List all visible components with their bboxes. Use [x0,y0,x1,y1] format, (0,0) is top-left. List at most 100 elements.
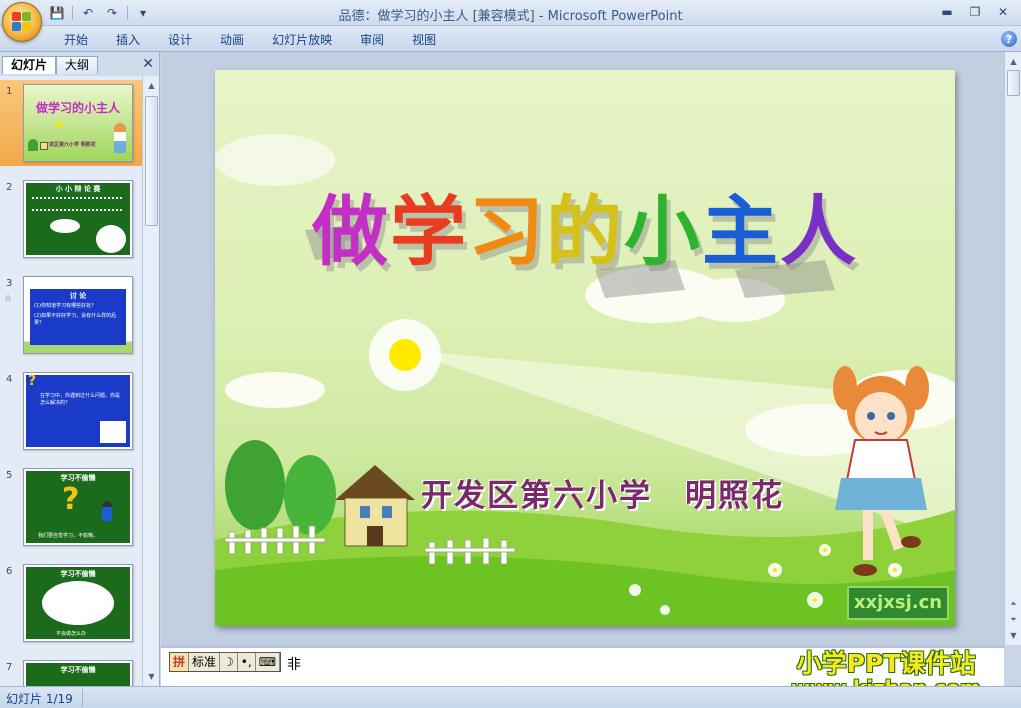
help-icon[interactable]: ? [1001,31,1017,47]
title-bar: 💾 ↶ ↷ ▾ 品德：做学习的小主人 [兼容模式] - Microsoft Po… [0,0,1021,26]
thumb-text: 在学习中，你遇到过什么问题，你是怎么解决的？ [40,393,121,406]
thumb-text: 我们要自觉学习，不偷懒。 [38,533,99,539]
slide-preview: 学习不偷懒 ? 我们要自觉学习，不偷懒。 [23,468,133,546]
ime-logo-icon[interactable]: 拼 [170,653,190,671]
title-char: 人 [780,187,858,276]
ime-keyboard-icon[interactable]: ⌨ [256,653,281,671]
scroll-up-icon[interactable]: ▲ [1006,54,1021,69]
minimize-button[interactable]: ▬ [935,3,959,21]
slide-number: 5 [6,470,13,481]
title-char: 的 [546,187,624,276]
slide-thumbnail-2[interactable]: 2 小 小 辩 论 赛 [0,176,142,262]
thumb-title: 小 小 辩 论 赛 [55,185,101,193]
restore-button[interactable]: ❐ [963,3,987,21]
thumb-subtitle: 开发区第六小学 明照花 [44,142,96,148]
watermark-logo: xxjxsj.cn [847,586,949,620]
animation-star-icon: ☆ [4,294,13,304]
slide-number: 7 [6,662,13,673]
question-mark-icon: ? [28,373,37,389]
illustration-icon [100,421,126,443]
tab-outline[interactable]: 大纲 [56,56,99,74]
close-icon[interactable]: ✕ [142,56,154,72]
tab-review[interactable]: 审阅 [346,31,398,49]
slide-edit-area: 做学习的小主人 开发区第六小学 明照花 xxjxsj.cn [161,52,1004,645]
title-char: 学 [390,187,468,276]
title-char: 习 [468,187,546,276]
ime-mode[interactable]: 标准 [189,653,221,671]
slide-thumbnail-4[interactable]: 4 ? 在学习中，你遇到过什么问题，你是怎么解决的？ [0,368,142,454]
thumb-title: 学习不偷懒 [60,666,96,674]
ime-toolbar[interactable]: 拼 标准 ☽ •, ⌨ [169,652,282,672]
slide-thumbnail-6[interactable]: 6 学习不偷懒 不会做怎么办 [0,560,142,646]
panel-tabs: 幻灯片 大纲 ✕ [0,54,160,74]
title-char: 小 [624,187,702,276]
slide-subtitle[interactable]: 开发区第六小学 明照花 [421,470,784,515]
tab-slides[interactable]: 幻灯片 [2,56,57,74]
slides-panel: 幻灯片 大纲 ✕ 1 做学习的小主人 开发区第六小学 明照花 2 小 小 辩 论… [0,52,160,686]
window-controls: ▬ ❐ ✕ [935,3,1015,21]
slide-thumbnail-3[interactable]: 3 ☆ 讨 论 (1)你知道学习有哪些好处？ (2)如果不好好学习，会有什么样的… [0,272,142,358]
ribbon: 开始 插入 设计 动画 幻灯片放映 审阅 视图 ? [0,26,1021,52]
office-logo-icon [12,12,32,32]
house-icon [40,142,48,150]
slide-counter: 幻灯片 1/19 [6,692,73,706]
tab-slideshow[interactable]: 幻灯片放映 [258,31,346,49]
thumb-text-lines [32,197,122,211]
speech-bubble-icon [50,219,80,233]
slide-number: 2 [6,182,13,193]
slide-number: 3 [6,278,13,289]
slide-preview: ? 在学习中，你遇到过什么问题，你是怎么解决的？ [23,372,133,450]
current-slide[interactable]: 做学习的小主人 开发区第六小学 明照花 xxjxsj.cn [215,70,955,626]
scroll-down-icon[interactable]: ▼ [1006,628,1021,643]
notes-text[interactable]: 非 [287,654,301,674]
scroll-up-icon[interactable]: ▲ [144,78,159,93]
slide-background-art [215,134,955,626]
illustration-icon [42,581,114,625]
slide-scrollbar[interactable]: ▲ ⏶ ⏷ ▼ [1004,52,1021,645]
thumb-text: 不会做怎么办 [56,631,87,637]
scrollbar-thumb[interactable] [145,96,158,226]
brand-name: 小学PPT课件站 [796,649,976,678]
title-char: 主 [702,187,780,276]
ribbon-tabs: 开始 插入 设计 动画 幻灯片放映 审阅 视图 [50,31,450,49]
slide-thumbnail-5[interactable]: 5 学习不偷懒 ? 我们要自觉学习，不偷懒。 [0,464,142,550]
slide-preview: 学习不偷懒 不会做怎么办 [23,564,133,642]
title-char: 做 [312,187,390,276]
slide-thumbnail-1[interactable]: 1 做学习的小主人 开发区第六小学 明照花 [0,80,142,166]
thumb-title: 讨 论 [69,292,87,300]
slide-preview: 小 小 辩 论 赛 [23,180,133,258]
scrollbar-thumb[interactable] [1007,70,1020,96]
notes-pane[interactable]: 拼 标准 ☽ •, ⌨ 非 小学PPT课件站 www.kjzhan.com [161,645,1004,700]
tab-animations[interactable]: 动画 [206,31,258,49]
next-slide-icon[interactable]: ⏷ [1006,612,1021,627]
slide-number: 1 [6,86,13,97]
slide-preview: 讨 论 (1)你知道学习有哪些好处？ (2)如果不好好学习，会有什么样的后果？ [23,276,133,354]
slide-preview: 学习不偷懒 [23,660,133,686]
girl-icon [114,123,126,153]
thumb-text: (2)如果不好好学习，会有什么样的后果？ [34,313,117,326]
scroll-down-icon[interactable]: ▼ [144,669,159,684]
thumbnail-list[interactable]: 1 做学习的小主人 开发区第六小学 明照花 2 小 小 辩 论 赛 3 ☆ 讨 … [0,76,142,686]
slide-thumbnail-7[interactable]: 7 学习不偷懒 [0,656,142,686]
tab-home[interactable]: 开始 [50,31,102,49]
office-button[interactable] [2,2,42,42]
slide-number: 6 [6,566,13,577]
child-icon [102,501,112,521]
thumb-title: 做学习的小主人 [35,101,120,115]
slide-preview: 做学习的小主人 开发区第六小学 明照花 [23,84,133,162]
close-button[interactable]: ✕ [991,3,1015,21]
slide-number: 4 [6,374,13,385]
tree-icon [28,139,38,151]
ime-punctuation-icon[interactable]: •, [238,653,256,671]
previous-slide-icon[interactable]: ⏶ [1006,596,1021,611]
thumbnail-scrollbar[interactable]: ▲ ▼ [142,76,159,686]
tab-design[interactable]: 设计 [154,31,206,49]
tab-insert[interactable]: 插入 [102,31,154,49]
illustration-icon [96,225,126,253]
status-separator [82,689,83,706]
slide-title[interactable]: 做学习的小主人 [215,170,955,280]
ime-halfwidth-icon[interactable]: ☽ [220,653,238,671]
sun-icon [56,121,62,127]
tab-view[interactable]: 视图 [398,31,450,49]
question-mark-icon: ? [62,482,80,517]
